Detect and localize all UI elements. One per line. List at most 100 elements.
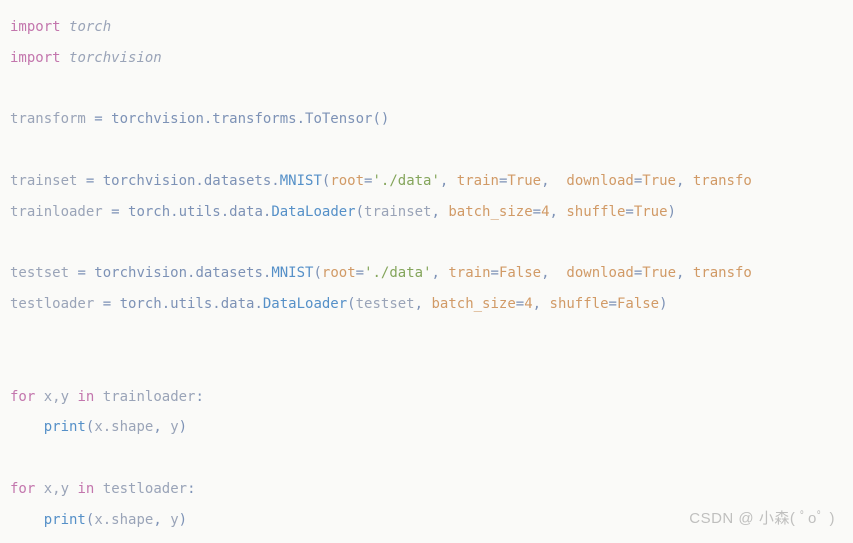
- operator-assign: =: [94, 111, 111, 127]
- code-line: for x,y in testloader:: [10, 474, 853, 505]
- paren: ): [179, 512, 187, 528]
- module-name: torchvision: [69, 50, 162, 66]
- indent: [10, 419, 44, 435]
- call-name: MNIST: [271, 265, 313, 281]
- blank-line: [10, 228, 853, 259]
- attribute-chain: torch.utils.data.: [128, 204, 271, 220]
- blank-line: [10, 74, 853, 105]
- keyword-for: for: [10, 481, 35, 497]
- identifier: x.shape: [94, 512, 153, 528]
- code-line: testset = torchvision.datasets.MNIST(roo…: [10, 258, 853, 289]
- string-literal: './data': [364, 265, 431, 281]
- operator-assign: =: [609, 296, 617, 312]
- kwarg: batch_size: [431, 296, 515, 312]
- operator-assign: =: [77, 265, 94, 281]
- code-block: import torch import torchvision transfor…: [10, 12, 853, 536]
- space: [35, 481, 43, 497]
- kwarg: root: [330, 173, 364, 189]
- operator-assign: =: [86, 173, 103, 189]
- comma: ,: [550, 204, 567, 220]
- paren: ): [668, 204, 676, 220]
- bool-literal: True: [642, 265, 676, 281]
- paren: ): [659, 296, 667, 312]
- kwarg: transfo: [693, 265, 752, 281]
- code-line: for x,y in trainloader:: [10, 382, 853, 413]
- kwarg: shuffle: [550, 296, 609, 312]
- colon: :: [187, 481, 195, 497]
- kwarg: root: [322, 265, 356, 281]
- identifier: testset: [356, 296, 415, 312]
- paren: (): [372, 111, 389, 127]
- keyword-in: in: [77, 389, 94, 405]
- bool-literal: True: [634, 204, 668, 220]
- call-name: DataLoader: [271, 204, 355, 220]
- operator-assign: =: [516, 296, 524, 312]
- attribute-chain: torchvision.datasets.: [103, 173, 280, 189]
- bool-literal: False: [499, 265, 541, 281]
- identifier: trainset: [364, 204, 431, 220]
- comma: ,: [153, 512, 170, 528]
- code-line: trainset = torchvision.datasets.MNIST(ro…: [10, 166, 853, 197]
- paren: (: [313, 265, 321, 281]
- identifier: transform: [10, 111, 94, 127]
- number-literal: 4: [524, 296, 532, 312]
- comma: ,: [432, 265, 449, 281]
- indent: [10, 512, 44, 528]
- blank-line: [10, 320, 853, 351]
- attribute-chain: torchvision.datasets.: [94, 265, 271, 281]
- identifier: y: [170, 512, 178, 528]
- kwarg: download: [566, 173, 633, 189]
- attribute-chain: torchvision.transforms.ToTensor: [111, 111, 372, 127]
- blank-line: [10, 443, 853, 474]
- identifier: testset: [10, 265, 77, 281]
- comma: ,: [541, 265, 566, 281]
- comma: ,: [415, 296, 432, 312]
- kwarg: batch_size: [448, 204, 532, 220]
- kwarg: download: [566, 265, 633, 281]
- identifier: x,y: [44, 389, 69, 405]
- number-literal: 4: [541, 204, 549, 220]
- comma: ,: [440, 173, 457, 189]
- blank-line: [10, 351, 853, 382]
- space: [94, 389, 102, 405]
- comma: ,: [541, 173, 566, 189]
- identifier: trainset: [10, 173, 86, 189]
- operator-assign: =: [103, 296, 120, 312]
- paren: (: [356, 204, 364, 220]
- comma: ,: [431, 204, 448, 220]
- operator-assign: =: [625, 204, 633, 220]
- comma: ,: [153, 419, 170, 435]
- module-name: torch: [69, 19, 111, 35]
- blank-line: [10, 135, 853, 166]
- call-name: print: [44, 419, 86, 435]
- string-literal: './data': [372, 173, 439, 189]
- bool-literal: True: [507, 173, 541, 189]
- call-name: print: [44, 512, 86, 528]
- keyword-in: in: [77, 481, 94, 497]
- operator-assign: =: [533, 204, 541, 220]
- colon: :: [195, 389, 203, 405]
- identifier: x,y: [44, 481, 69, 497]
- identifier: y: [170, 419, 178, 435]
- attribute-chain: torch.utils.data.: [120, 296, 263, 312]
- keyword-import: import: [10, 50, 61, 66]
- watermark-text: CSDN @ 小森( ﾟoﾟ ): [689, 502, 835, 535]
- comma: ,: [533, 296, 550, 312]
- space: [94, 481, 102, 497]
- keyword-for: for: [10, 389, 35, 405]
- code-line: import torchvision: [10, 43, 853, 74]
- paren: ): [179, 419, 187, 435]
- code-line: testloader = torch.utils.data.DataLoader…: [10, 289, 853, 320]
- code-line: trainloader = torch.utils.data.DataLoade…: [10, 197, 853, 228]
- code-line: print(x.shape, y): [10, 412, 853, 443]
- comma: ,: [676, 265, 693, 281]
- bool-literal: True: [642, 173, 676, 189]
- code-line: import torch: [10, 12, 853, 43]
- kwarg: transfo: [693, 173, 752, 189]
- identifier: trainloader: [103, 389, 196, 405]
- space: [35, 389, 43, 405]
- operator-assign: =: [634, 173, 642, 189]
- identifier: trainloader: [10, 204, 111, 220]
- operator-assign: =: [111, 204, 128, 220]
- paren: (: [347, 296, 355, 312]
